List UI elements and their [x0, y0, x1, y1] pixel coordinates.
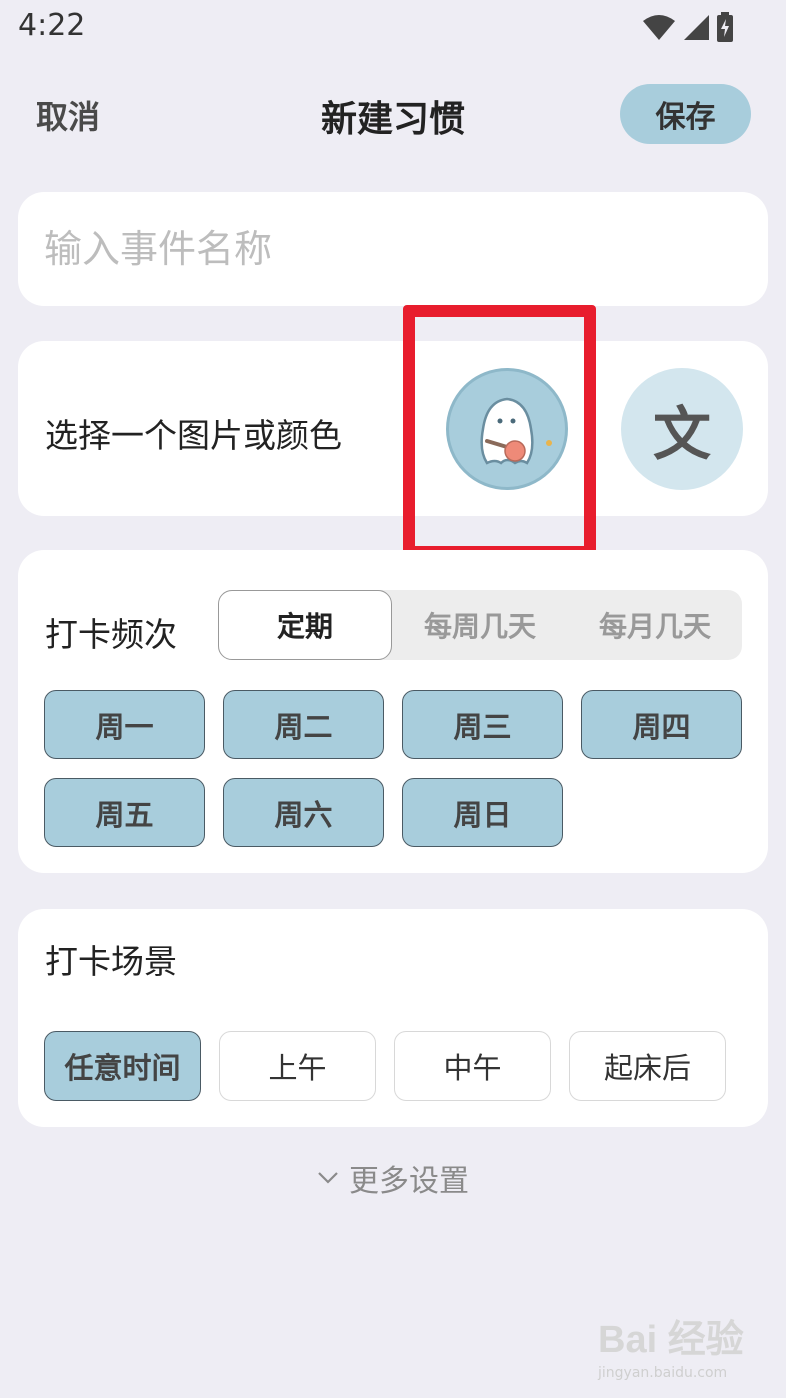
- name-card: [18, 192, 768, 306]
- day-button-thu[interactable]: 周四: [581, 690, 742, 759]
- image-picker-card: 选择一个图片或颜色 文: [18, 341, 768, 516]
- wifi-icon: [643, 15, 675, 40]
- image-picker-label: 选择一个图片或颜色: [45, 416, 342, 455]
- status-icons: [642, 12, 734, 42]
- scene-option-morning[interactable]: 上午: [219, 1031, 376, 1101]
- frequency-card: 打卡频次 定期 每周几天 每月几天 周一 周二 周三 周四 周五 周六 周日: [18, 550, 768, 873]
- scene-option-anytime[interactable]: 任意时间: [44, 1031, 201, 1101]
- highlight-box: [403, 305, 596, 558]
- day-button-sun[interactable]: 周日: [402, 778, 563, 847]
- watermark-main: Bai 经验: [598, 1319, 744, 1361]
- day-button-tue[interactable]: 周二: [223, 690, 384, 759]
- save-button[interactable]: 保存: [620, 84, 751, 144]
- mode-tab-weekly-days[interactable]: 每周几天: [393, 590, 567, 660]
- header: 取消 新建习惯 保存: [0, 70, 786, 154]
- frequency-label: 打卡频次: [45, 615, 177, 654]
- event-name-input[interactable]: [44, 192, 744, 306]
- text-avatar-button[interactable]: 文: [621, 368, 743, 490]
- scene-option-noon[interactable]: 中午: [394, 1031, 551, 1101]
- more-settings-toggle[interactable]: 更多设置: [0, 1156, 786, 1200]
- watermark-sub: jingyan.baidu.com: [598, 1365, 728, 1381]
- scene-option-after-wakeup[interactable]: 起床后: [569, 1031, 726, 1101]
- battery-charging-icon: [717, 12, 733, 42]
- mode-tab-regular[interactable]: 定期: [218, 590, 392, 660]
- status-time: 4:22: [18, 8, 86, 43]
- chevron-down-icon: [318, 1172, 338, 1184]
- frequency-mode-selector: 定期 每周几天 每月几天: [218, 590, 742, 660]
- day-button-sat[interactable]: 周六: [223, 778, 384, 847]
- scene-card: 打卡场景 任意时间 上午 中午 起床后: [18, 909, 768, 1127]
- mode-tab-monthly-days[interactable]: 每月几天: [568, 590, 742, 660]
- status-bar: 4:22: [0, 0, 786, 56]
- scene-label: 打卡场景: [45, 942, 177, 981]
- watermark: Bai 经验 jingyan.baidu.com: [598, 1308, 778, 1381]
- day-button-wed[interactable]: 周三: [402, 690, 563, 759]
- more-settings-label: 更多设置: [349, 1164, 469, 1199]
- day-button-mon[interactable]: 周一: [44, 690, 205, 759]
- signal-icon: [684, 15, 709, 40]
- day-button-fri[interactable]: 周五: [44, 778, 205, 847]
